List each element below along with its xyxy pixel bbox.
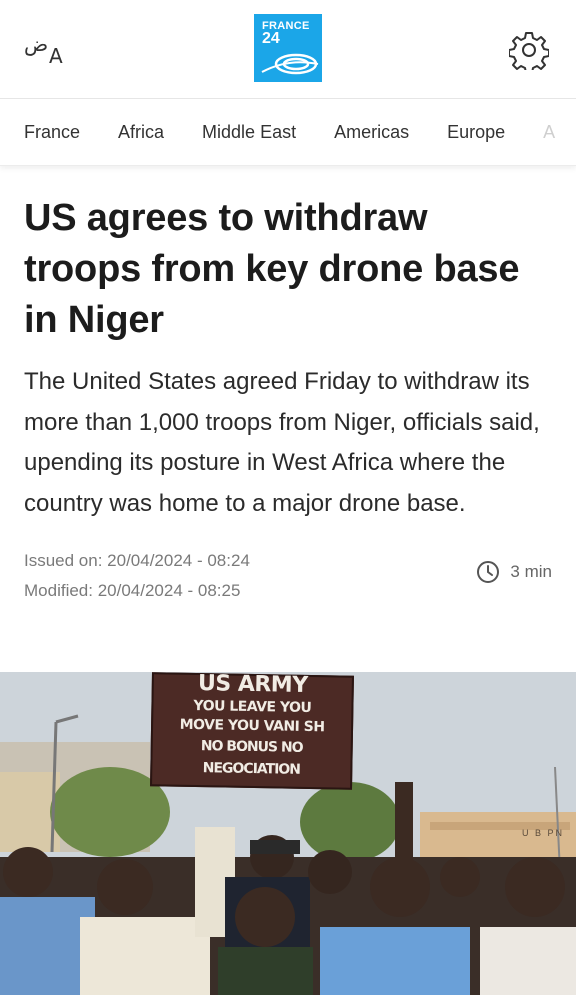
gear-icon[interactable] [509,30,549,70]
sign-line-4: NO BONUS NO NEGOCIATION [200,738,303,778]
read-time-label: 3 min [510,562,552,581]
article-photo[interactable]: US ARMY YOU LEAVE YOU MOVE YOU VANI SH N… [0,672,576,995]
read-time: 3 min [476,560,552,584]
article-lead: The United States agreed Friday to withd… [24,368,540,517]
nav-item-middle-east[interactable]: Middle East [202,122,296,143]
sign-line-3: MOVE YOU VANI SH [179,716,325,736]
protest-sign: US ARMY YOU LEAVE YOU MOVE YOU VANI SH N… [150,672,354,790]
nav-item-europe[interactable]: Europe [447,122,505,143]
article-meta: Issued on: 20/04/2024 - 08:24 Modified: … [24,546,552,606]
nav-item-africa[interactable]: Africa [118,122,164,143]
sign-line-1: US ARMY [197,672,308,698]
top-bar: ض A FRANCE 24 [0,0,576,99]
issued-date: Issued on: 20/04/2024 - 08:24 [24,551,250,570]
section-nav: France Africa Middle East Americas Europ… [0,99,576,166]
arabic-glyph: ض [24,32,49,56]
modified-date: Modified: 20/04/2024 - 08:25 [24,581,241,600]
language-switch-icon[interactable]: ض A [24,32,68,68]
nav-item-france[interactable]: France [24,122,80,143]
nav-item-overflow[interactable]: A [543,122,555,143]
article-title: US agrees to withdraw troops from key dr… [24,197,520,341]
nav-item-americas[interactable]: Americas [334,122,409,143]
clock-icon [477,561,500,583]
building-sign-text: U B PN [522,828,565,838]
latin-glyph: A [49,44,63,68]
france24-logo[interactable]: FRANCE 24 [254,14,322,82]
logo-text-24: 24 [262,30,280,47]
